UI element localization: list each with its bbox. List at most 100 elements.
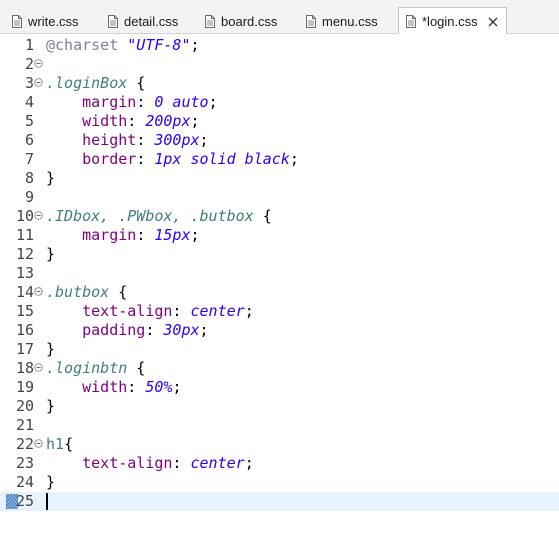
code-text: .loginbtn { (46, 359, 145, 378)
line-number: 20 (15, 397, 34, 415)
code-line[interactable]: 25 (0, 492, 559, 511)
code-text: h1{ (46, 435, 73, 454)
line-number: 11 (15, 226, 34, 244)
code-line[interactable]: 7 border: 1px solid black; (0, 150, 559, 169)
code-token: ; (244, 454, 254, 472)
code-token: 200px (145, 112, 191, 130)
code-token: 1px solid black (154, 150, 290, 168)
tab-login-css[interactable]: *login.css (398, 7, 507, 35)
code-text: margin: 15px; (46, 226, 200, 245)
fold-collapse-icon[interactable] (34, 59, 43, 68)
code-line[interactable]: 10 .IDbox, .PWbox, .butbox { (0, 207, 559, 226)
text-caret (46, 493, 48, 510)
code-token: ; (208, 93, 218, 111)
line-number: 6 (24, 131, 34, 149)
line-number: 2 (24, 55, 34, 73)
code-line[interactable]: 16 padding: 30px; (0, 321, 559, 340)
code-token: } (46, 473, 56, 491)
code-line[interactable]: 3 .loginBox { (0, 74, 559, 93)
code-text: border: 1px solid black; (46, 150, 299, 169)
fold-collapse-icon[interactable] (34, 78, 43, 87)
line-number: 4 (24, 93, 34, 111)
code-line[interactable]: 15 text-align: center; (0, 302, 559, 321)
code-text: } (46, 397, 55, 416)
line-number: 25 (15, 492, 34, 510)
code-token: : (136, 226, 155, 244)
code-line[interactable]: 18 .loginbtn { (0, 359, 559, 378)
fold-collapse-icon[interactable] (34, 439, 43, 448)
code-token: ; (190, 36, 200, 54)
line-number: 1 (24, 36, 34, 54)
code-line[interactable]: 9 (0, 188, 559, 207)
tab-menu-css[interactable]: menu.css (306, 8, 378, 34)
css-file-icon (12, 14, 22, 28)
code-token: 300px (154, 131, 200, 149)
code-line[interactable]: 12} (0, 245, 559, 264)
code-token: ; (190, 226, 200, 244)
code-token: padding (82, 321, 146, 339)
code-line[interactable]: 8} (0, 169, 559, 188)
code-token: : (136, 93, 155, 111)
code-line[interactable]: 23 text-align: center; (0, 454, 559, 473)
code-text: text-align: center; (46, 302, 254, 321)
code-line[interactable]: 14 .butbox { (0, 283, 559, 302)
tab-write-css[interactable]: write.css (12, 8, 79, 34)
code-line[interactable]: 1 @charset "UTF-8"; (0, 36, 559, 55)
code-token: margin (82, 93, 137, 111)
close-icon[interactable] (488, 17, 498, 27)
code-token: : (136, 131, 155, 149)
code-token: { (127, 74, 146, 92)
code-line[interactable]: 5 width: 200px; (0, 112, 559, 131)
code-token: : (145, 321, 164, 339)
code-line[interactable]: 13 (0, 264, 559, 283)
tab-detail-css[interactable]: detail.css (108, 8, 178, 34)
line-number: 13 (15, 264, 34, 282)
line-number: 24 (15, 473, 34, 491)
code-line[interactable]: 2 (0, 55, 559, 74)
tab-board-css[interactable]: board.css (205, 8, 277, 34)
line-number: 18 (15, 359, 34, 377)
line-number: 7 (24, 150, 34, 168)
code-token: .IDbox, .PWbox, .butbox (46, 207, 254, 225)
line-number: 23 (15, 454, 34, 472)
code-text: margin: 0 auto; (46, 93, 218, 112)
fold-collapse-icon[interactable] (34, 211, 43, 220)
line-number: 15 (15, 302, 34, 320)
code-token: ; (199, 131, 209, 149)
code-line[interactable]: 24} (0, 473, 559, 492)
code-token: } (46, 397, 56, 415)
code-line[interactable]: 22 h1{ (0, 435, 559, 454)
code-text: padding: 30px; (46, 321, 208, 340)
css-file-icon (306, 14, 316, 28)
code-token: 15px (154, 226, 191, 244)
code-line[interactable]: 19 width: 50%; (0, 378, 559, 397)
code-token: border (82, 150, 137, 168)
code-line[interactable]: 21 (0, 416, 559, 435)
code-text: width: 200px; (46, 112, 199, 131)
code-token: ; (289, 150, 299, 168)
code-token: width (82, 112, 128, 130)
code-line[interactable]: 6 height: 300px; (0, 131, 559, 150)
code-line[interactable]: 11 margin: 15px; (0, 226, 559, 245)
code-text: .loginBox { (46, 74, 145, 93)
code-token: center (190, 454, 245, 472)
code-line[interactable]: 4 margin: 0 auto; (0, 93, 559, 112)
code-editor[interactable]: 1 @charset "UTF-8"; 2 3 .loginBox {4 margin:… (0, 34, 559, 535)
code-text: .butbox { (46, 283, 127, 302)
css-file-icon (406, 15, 416, 28)
fold-collapse-icon[interactable] (34, 287, 43, 296)
tab-label: write.css (28, 13, 79, 29)
tab-label: menu.css (322, 13, 378, 29)
line-number: 17 (15, 340, 34, 358)
code-line[interactable]: 17} (0, 340, 559, 359)
line-number: 8 (24, 169, 34, 187)
fold-collapse-icon[interactable] (34, 363, 43, 372)
code-text: } (46, 340, 55, 359)
code-token: : (172, 302, 191, 320)
code-token: 50% (145, 378, 173, 396)
code-line[interactable]: 20} (0, 397, 559, 416)
code-token: h1 (46, 435, 65, 453)
